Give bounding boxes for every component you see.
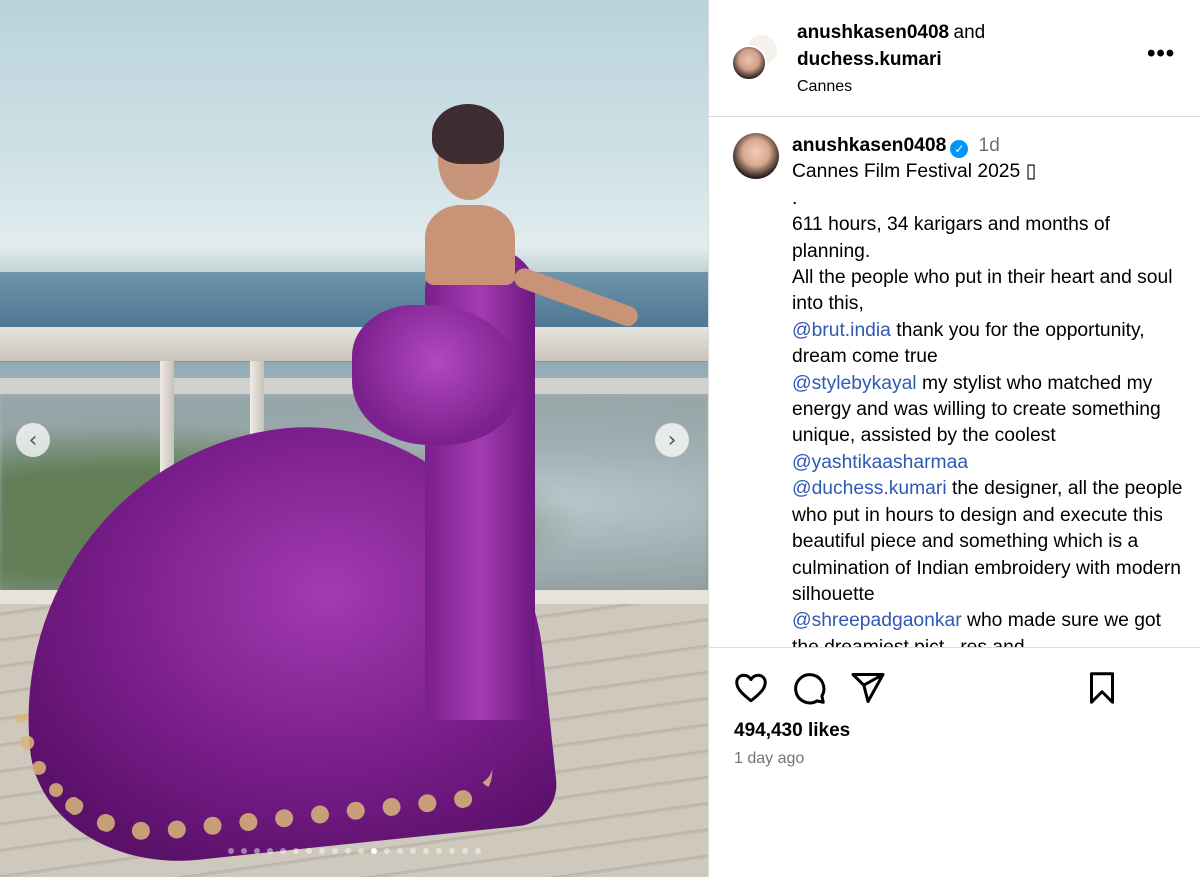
carousel-dot bbox=[357, 848, 364, 854]
caption-line: 611 hours, 34 karigars and months of pla… bbox=[792, 214, 1110, 262]
post-location[interactable]: Cannes bbox=[797, 75, 985, 99]
carousel-dot bbox=[461, 848, 468, 854]
more-options-icon[interactable]: ••• bbox=[1147, 40, 1175, 68]
caption-avatar[interactable] bbox=[733, 133, 779, 179]
header-username-1[interactable]: anushkasen0408 bbox=[797, 22, 949, 43]
caption-line: Cannes Film Festival 2025 ▯ bbox=[792, 161, 1037, 183]
carousel-dot bbox=[383, 848, 390, 854]
caption-body: anushkasen0408 ✓ 1d Cannes Film Festival 2… bbox=[792, 133, 1192, 647]
carousel-dot bbox=[344, 848, 351, 854]
next-slide-button[interactable]: › bbox=[655, 423, 689, 457]
header-and: and bbox=[953, 22, 986, 43]
mention-link[interactable]: @duchess.kumari bbox=[792, 478, 947, 499]
carousel-dot bbox=[396, 848, 403, 854]
caption-line: @brut.india thank you for the opportunit… bbox=[792, 318, 1192, 371]
carousel-dot bbox=[227, 848, 234, 854]
carousel-dot bbox=[474, 848, 481, 854]
carousel-dot bbox=[422, 848, 429, 854]
carousel-dot bbox=[292, 848, 299, 854]
previous-slide-button[interactable]: ‹ bbox=[16, 423, 50, 457]
post-timestamp[interactable]: 1 day ago bbox=[734, 750, 804, 768]
heart-icon[interactable] bbox=[733, 670, 769, 706]
action-bar: 494,430 likes 1 day ago bbox=[709, 647, 1200, 877]
collab-avatars[interactable] bbox=[731, 33, 779, 85]
carousel-dot bbox=[370, 848, 377, 854]
person-shoulders bbox=[425, 205, 515, 285]
caption-text: Cannes Film Festival 2025 ▯. 611 hours, 3… bbox=[792, 159, 1192, 647]
caption-username[interactable]: anushkasen0408 bbox=[792, 135, 946, 156]
post-header: anushkasen0408 and duchess.kumari Cannes… bbox=[709, 0, 1200, 117]
carousel-dot bbox=[448, 848, 455, 854]
share-icon[interactable] bbox=[850, 670, 886, 706]
carousel-dot bbox=[240, 848, 247, 854]
carousel-dot bbox=[305, 848, 312, 854]
comment-icon[interactable] bbox=[791, 670, 827, 706]
likes-count[interactable]: 494,430 likes bbox=[734, 720, 850, 742]
bookmark-icon[interactable] bbox=[1084, 670, 1120, 706]
carousel-dot bbox=[409, 848, 416, 854]
caption-line: All the people who put in their heart an… bbox=[792, 267, 1173, 315]
header-text: anushkasen0408 and duchess.kumari Cannes bbox=[797, 20, 985, 99]
carousel-dot bbox=[253, 848, 260, 854]
avatar-anushkasen[interactable] bbox=[731, 45, 767, 81]
caption-line: @yashtikaasharmaa bbox=[792, 450, 1192, 476]
chevron-left-icon: ‹ bbox=[28, 427, 38, 453]
carousel-dot bbox=[266, 848, 273, 854]
mention-link[interactable]: @stylebykayal bbox=[792, 373, 917, 394]
person-hair bbox=[432, 104, 504, 164]
carousel-dot bbox=[279, 848, 286, 854]
caption-header: anushkasen0408 ✓ 1d bbox=[792, 133, 1192, 159]
mention-link[interactable]: @brut.india bbox=[792, 320, 891, 341]
caption-line: @stylebykayal my stylist who matched my … bbox=[792, 371, 1192, 450]
mention-link[interactable]: @yashtikaasharmaa bbox=[792, 452, 968, 473]
caption-time[interactable]: 1d bbox=[978, 135, 999, 156]
caption-area: anushkasen0408 ✓ 1d Cannes Film Festival 2… bbox=[709, 117, 1200, 647]
caption-line: . bbox=[792, 187, 798, 209]
chevron-right-icon: › bbox=[667, 427, 677, 453]
verified-icon: ✓ bbox=[950, 140, 969, 158]
post-media[interactable]: ‹ › bbox=[0, 0, 708, 877]
carousel-dot bbox=[331, 848, 338, 854]
caption-line: @shreepadgaonkar who made sure we got th… bbox=[792, 608, 1192, 647]
carousel-dot bbox=[318, 848, 325, 854]
carousel-dots bbox=[0, 848, 708, 854]
carousel-dot bbox=[435, 848, 442, 854]
caption-line: @duchess.kumari the designer, all the pe… bbox=[792, 476, 1192, 608]
mention-link[interactable]: @shreepadgaonkar bbox=[792, 610, 962, 631]
post-panel: anushkasen0408 and duchess.kumari Cannes… bbox=[708, 0, 1200, 877]
header-username-2[interactable]: duchess.kumari bbox=[797, 47, 985, 73]
